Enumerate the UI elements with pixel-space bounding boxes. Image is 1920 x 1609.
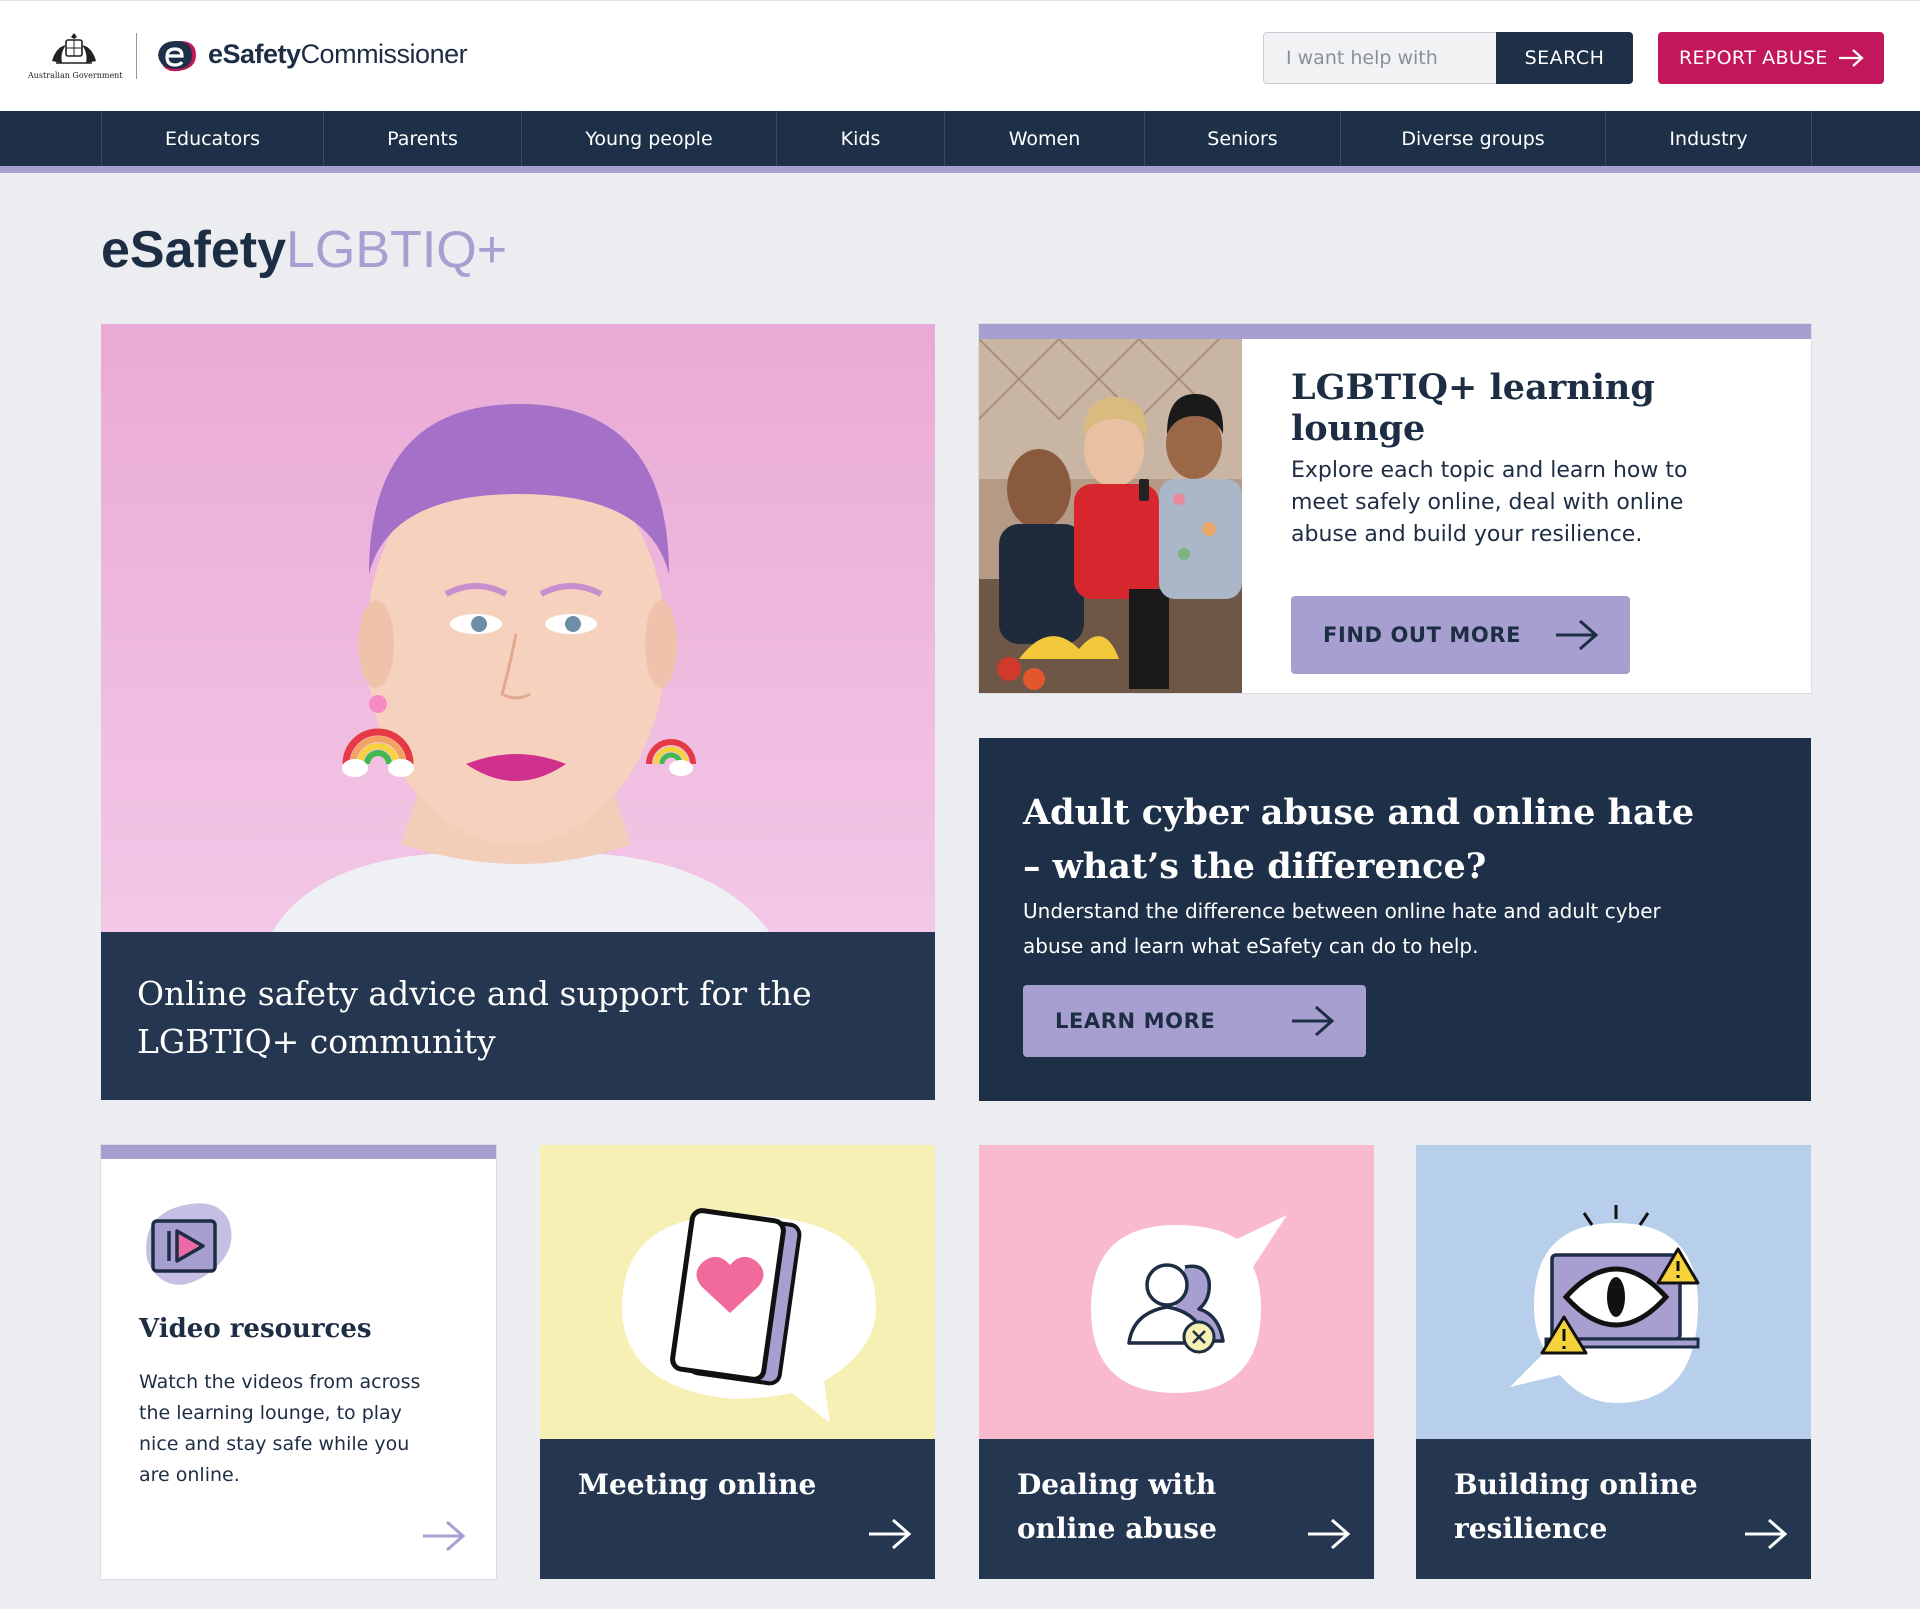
nav-list: Educators Parents Young people Kids Wome…	[101, 111, 1812, 166]
meeting-online-footer: Meeting online	[540, 1439, 935, 1579]
brand-name-bold: eSafety	[208, 39, 301, 69]
eye-warning-illustration	[1416, 1145, 1811, 1439]
video-resources-card[interactable]: Video resources Watch the videos from ac…	[101, 1145, 496, 1579]
arrow-right-icon	[1292, 1005, 1335, 1037]
esafety-logo-icon[interactable]	[156, 37, 198, 75]
learning-lounge-text: Explore each topic and learn how to meet…	[1291, 458, 1688, 547]
meeting-online-card[interactable]: Meeting online	[540, 1145, 935, 1579]
hero-banner[interactable]: Online safety advice and support for the…	[101, 324, 935, 1100]
logo-divider	[136, 33, 137, 79]
page-title-light: LGBTIQ+	[286, 221, 508, 279]
arrow-right-icon	[1839, 49, 1864, 67]
dealing-online-abuse-label: Dealing with online abuse	[1017, 1468, 1217, 1545]
learning-lounge-photo	[979, 339, 1242, 693]
nav-item-educators[interactable]: Educators	[102, 111, 324, 166]
australian-government-logo[interactable]: Australian Government	[28, 31, 123, 83]
meeting-online-label: Meeting online	[578, 1468, 817, 1501]
nav-item-women[interactable]: Women	[945, 111, 1145, 166]
main-nav: Educators Parents Young people Kids Wome…	[0, 111, 1920, 166]
cyber-abuse-title: Adult cyber abuse and online hate – what…	[1023, 792, 1695, 887]
arrow-right-icon	[1556, 619, 1599, 651]
learning-lounge-title: LGBTIQ+ learning lounge	[1291, 367, 1655, 449]
hero-caption: Online safety advice and support for the…	[101, 932, 935, 1100]
search-form: SEARCH	[1263, 32, 1633, 84]
dealing-online-abuse-card[interactable]: Dealing with online abuse	[979, 1145, 1374, 1579]
building-online-resilience-label: Building online resilience	[1454, 1468, 1698, 1545]
nav-item-kids[interactable]: Kids	[777, 111, 945, 166]
video-resources-text: Watch the videos from across the learnin…	[139, 1371, 421, 1486]
find-out-more-button[interactable]: FIND OUT MORE	[1291, 596, 1630, 674]
building-online-resilience-card[interactable]: Building online resilience	[1416, 1145, 1811, 1579]
cyber-abuse-text: Understand the difference between online…	[1023, 899, 1661, 958]
brand-name[interactable]: eSafetyCommissioner	[208, 39, 468, 70]
site-header: Australian Government eSafetyCommissione…	[0, 0, 1920, 111]
brand-name-light: Commissioner	[300, 39, 468, 69]
nav-item-parents[interactable]: Parents	[324, 111, 522, 166]
nav-item-seniors[interactable]: Seniors	[1145, 111, 1341, 166]
page-title-bold: eSafety	[101, 221, 286, 279]
phone-heart-icon	[670, 1208, 802, 1386]
building-online-resilience-footer: Building online resilience	[1416, 1439, 1811, 1579]
nav-item-young-people[interactable]: Young people	[522, 111, 777, 166]
report-abuse-button[interactable]: REPORT ABUSE	[1658, 32, 1884, 84]
video-play-icon	[146, 1203, 232, 1285]
learn-more-label: LEARN MORE	[1055, 1009, 1216, 1033]
nav-item-industry[interactable]: Industry	[1606, 111, 1812, 166]
nav-accent-stripe	[0, 166, 1920, 173]
cyber-abuse-card: Adult cyber abuse and online hate – what…	[979, 738, 1811, 1101]
nav-item-diverse-groups[interactable]: Diverse groups	[1341, 111, 1606, 166]
learn-more-button[interactable]: LEARN MORE	[1023, 985, 1366, 1057]
page-title: eSafetyLGBTIQ+	[101, 220, 507, 280]
hero-caption-text: Online safety advice and support for the…	[137, 974, 812, 1061]
phone-heart-illustration	[540, 1145, 935, 1439]
report-abuse-label: REPORT ABUSE	[1679, 47, 1828, 69]
arrow-right-icon	[1745, 1518, 1788, 1550]
search-input[interactable]	[1263, 32, 1497, 84]
hero-portrait-image	[101, 324, 935, 934]
arrow-right-icon	[869, 1518, 912, 1550]
video-resources-title: Video resources	[139, 1314, 372, 1344]
find-out-more-label: FIND OUT MORE	[1323, 623, 1522, 647]
learning-lounge-card: LGBTIQ+ learning lounge Explore each top…	[979, 324, 1811, 693]
australian-crest-icon	[52, 33, 96, 64]
search-button[interactable]: SEARCH	[1496, 32, 1633, 84]
government-label: Australian Government	[28, 71, 123, 80]
arrow-right-icon	[423, 1520, 466, 1552]
dealing-online-abuse-footer: Dealing with online abuse	[979, 1439, 1374, 1579]
user-block-illustration	[979, 1145, 1374, 1439]
arrow-right-icon	[1308, 1518, 1351, 1550]
